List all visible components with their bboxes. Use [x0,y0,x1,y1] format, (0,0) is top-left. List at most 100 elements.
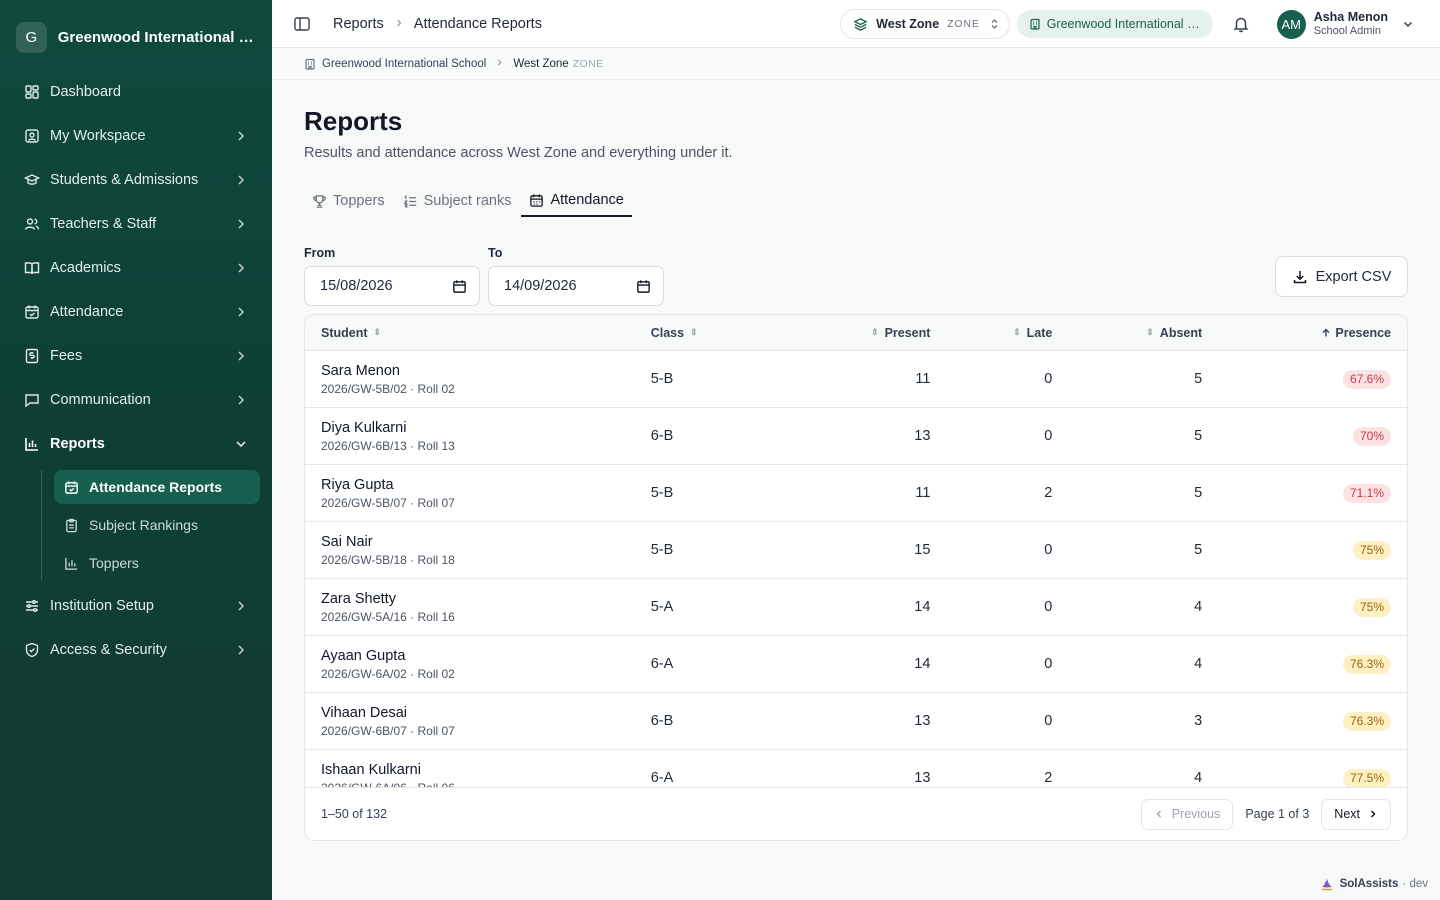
sidebar-item-dashboard[interactable]: Dashboard [12,74,260,110]
bell-icon[interactable] [1232,15,1250,33]
sort-icon: ⇕ [373,327,382,337]
topbar: Reports Attendance Reports West Zone ZON… [272,0,1440,48]
table-row[interactable]: Ayaan Gupta 2026/GW-6A/02 · Roll 02 6-A 1… [305,636,1407,693]
sidebar-item-label: Institution Setup [50,598,154,614]
school-pill[interactable]: Greenwood International School [1016,10,1213,38]
solassists-logo-icon [1320,877,1334,891]
sidebar-item-teachers-staff[interactable]: Teachers & Staff [12,206,260,242]
sidebar-subitem-attendance-reports[interactable]: Attendance Reports [54,470,260,504]
chevron-right-icon [238,601,245,611]
brand-logo: G [16,21,47,53]
user-menu[interactable]: AM Asha Menon School Admin [1276,9,1414,39]
column-header-presence[interactable]: Presence [1214,315,1407,351]
tab-attendance[interactable]: Attendance [521,185,632,217]
late-cell: 2 [1044,770,1053,786]
student-id: 2026/GW-5B/02 · Roll 02 [321,381,455,396]
presence-badge: 77.5% [1342,768,1391,788]
graduation-cap-icon [24,172,40,188]
sidebar-item-label: Fees [50,348,83,364]
table-row[interactable]: Sara Menon 2026/GW-5B/02 · Roll 02 5-B 11… [305,351,1407,408]
sidebar-item-my-workspace[interactable]: My Workspace [12,118,260,154]
zone-name: West Zone [876,17,940,31]
previous-button[interactable]: Previous [1140,798,1234,830]
calendar-icon[interactable] [636,279,651,294]
brand-name: Greenwood International School [57,28,256,46]
sidebar-item-communication[interactable]: Communication [12,382,260,418]
late-cell: 0 [1044,713,1053,729]
sidebar-item-label: Teachers & Staff [50,216,157,232]
to-field: To 14/09/2026 [488,246,664,306]
column-header-student[interactable]: Student ⇕ [305,315,639,351]
sidebar-subitem-subject-rankings[interactable]: Subject Rankings [54,508,260,542]
absent-cell: 3 [1194,713,1203,729]
clipboard-list-icon [64,518,79,533]
calendar-icon[interactable] [452,279,467,294]
column-header-late[interactable]: ⇕ Late [942,315,1064,351]
table-row[interactable]: Diya Kulkarni 2026/GW-6B/13 · Roll 13 6-B… [305,408,1407,465]
column-header-absent[interactable]: ⇕ Absent [1064,315,1214,351]
sidebar-item-label: My Workspace [50,128,146,144]
table-row[interactable]: Riya Gupta 2026/GW-5B/07 · Roll 07 5-B 11… [305,465,1407,522]
column-header-label: Late [1026,325,1053,340]
download-icon [1292,269,1308,285]
column-header-present[interactable]: ⇕ Present [797,315,943,351]
tab-label: Subject ranks [423,193,512,209]
table-row[interactable]: Zara Shetty 2026/GW-5A/16 · Roll 16 5-A 1… [305,579,1407,636]
sidebar-item-access-security[interactable]: Access & Security [12,632,260,668]
presence-badge: 76.3% [1342,711,1391,731]
bar-chart-icon [64,556,79,571]
present-cell: 13 [914,428,931,444]
sidebar-item-label: Reports [50,436,105,452]
sidebar-item-reports[interactable]: Reports [12,426,260,462]
student-name: Sara Menon [321,362,400,379]
users-icon [24,216,40,232]
student-name: Ayaan Gupta [321,647,406,664]
page-title: Reports [304,106,403,136]
present-cell: 15 [914,542,931,558]
sidebar-item-institution-setup[interactable]: Institution Setup [12,588,260,624]
sidebar-toggle-icon[interactable] [292,14,312,34]
export-csv-button[interactable]: Export CSV [1275,256,1408,297]
table-row[interactable]: Vihaan Desai 2026/GW-6B/07 · Roll 07 6-B … [305,693,1407,750]
school-name: Greenwood International School [1046,17,1201,31]
late-cell: 0 [1044,656,1053,672]
table-row[interactable]: Sai Nair 2026/GW-5B/18 · Roll 18 5-B 15 0… [305,522,1407,579]
class-cell: 6-A [650,656,674,672]
late-cell: 0 [1044,542,1053,558]
sidebar-nav: Dashboard My Workspace Students & Admiss… [0,74,272,668]
late-cell: 0 [1044,371,1053,387]
pagination: Previous Page 1 of 3 Next [1140,798,1391,830]
sidebar-item-attendance[interactable]: Attendance [12,294,260,330]
from-date-input[interactable]: 15/08/2026 [304,266,480,306]
arrow-up-icon [1321,328,1331,338]
sidebar-subitem-label: Attendance Reports [89,479,223,495]
class-cell: 6-B [650,713,674,729]
tab-toppers[interactable]: Toppers [304,185,393,217]
sidebar-subitem-toppers[interactable]: Toppers [54,546,260,580]
breadcrumb: Reports Attendance Reports [333,16,542,32]
next-button[interactable]: Next [1321,798,1391,830]
chevron-right-icon [238,263,245,273]
table-row[interactable]: Ishaan Kulkarni 2026/GW-6A/06 · Roll 06 6… [305,750,1407,788]
tab-subject-ranks[interactable]: Subject ranks [395,185,520,217]
presence-badge: 75% [1352,597,1391,617]
list-ordered-icon [403,194,418,209]
to-date-input[interactable]: 14/09/2026 [488,266,664,306]
breadcrumb-parent[interactable]: Reports [333,16,384,32]
sidebar-item-students-admissions[interactable]: Students & Admissions [12,162,260,198]
zone-selector[interactable]: West Zone ZONE [840,9,1010,39]
column-header-class[interactable]: Class ⇕ [639,315,797,351]
column-header-label: Absent [1159,325,1203,340]
workspace-icon [24,128,40,144]
brand[interactable]: G Greenwood International School [0,0,272,74]
sliders-icon [24,598,40,614]
sidebar-item-academics[interactable]: Academics [12,250,260,286]
building-icon [304,58,316,70]
user-name: Asha Menon [1313,9,1388,24]
sidebar-item-fees[interactable]: Fees [12,338,260,374]
column-header-label: Present [884,325,931,340]
student-id: 2026/GW-5B/18 · Roll 18 [321,552,455,567]
scope-breadcrumb: Greenwood International School West Zone… [272,48,1440,80]
trophy-icon [312,194,327,209]
scope-school[interactable]: Greenwood International School [322,58,486,70]
